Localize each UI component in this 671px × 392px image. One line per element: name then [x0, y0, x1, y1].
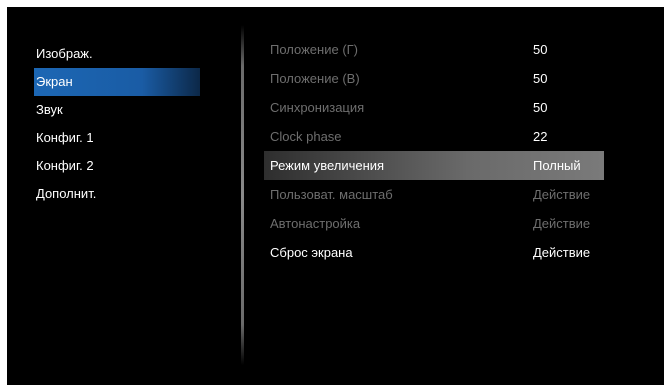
setting-h-position[interactable]: Положение (Г) 50 — [264, 35, 604, 64]
setting-value: 22 — [533, 129, 548, 144]
setting-value: 50 — [533, 100, 548, 115]
setting-auto-adjust[interactable]: Автонастройка Действие — [264, 209, 604, 238]
menu-item-config-1[interactable]: Конфиг. 1 — [34, 124, 200, 152]
setting-clock-phase[interactable]: Clock phase 22 — [264, 122, 604, 151]
menu-item-audio[interactable]: Звук — [34, 96, 200, 124]
setting-label: Сброс экрана — [270, 245, 353, 260]
setting-custom-zoom[interactable]: Пользоват. масштаб Действие — [264, 180, 604, 209]
menu-item-config-2[interactable]: Конфиг. 2 — [34, 152, 200, 180]
menu-divider — [241, 25, 244, 365]
setting-value: Действие — [533, 187, 591, 202]
setting-value: Действие — [533, 245, 591, 260]
setting-v-position[interactable]: Положение (В) 50 — [264, 64, 604, 93]
setting-value: Полный — [533, 158, 581, 173]
setting-zoom-mode[interactable]: Режим увеличения Полный — [264, 151, 604, 180]
setting-value: 50 — [533, 71, 548, 86]
setting-label: Clock phase — [270, 129, 342, 144]
main-menu: Изображ. Экран Звук Конфиг. 1 Конфиг. 2 … — [34, 40, 200, 208]
osd-screen: Изображ. Экран Звук Конфиг. 1 Конфиг. 2 … — [7, 7, 664, 385]
setting-label: Автонастройка — [270, 216, 361, 231]
setting-label: Пользоват. масштаб — [270, 187, 393, 202]
setting-label: Режим увеличения — [270, 158, 385, 173]
setting-label: Синхронизация — [270, 100, 365, 115]
setting-value: 50 — [533, 42, 548, 57]
setting-label: Положение (Г) — [270, 42, 359, 57]
setting-label: Положение (В) — [270, 71, 360, 86]
screen-settings-list: Положение (Г) 50 Положение (В) 50 Синхро… — [264, 35, 604, 267]
setting-screen-reset[interactable]: Сброс экрана Действие — [264, 238, 604, 267]
menu-item-advanced[interactable]: Дополнит. — [34, 180, 200, 208]
menu-item-picture[interactable]: Изображ. — [34, 40, 200, 68]
menu-item-screen[interactable]: Экран — [34, 68, 200, 96]
setting-value: Действие — [533, 216, 591, 231]
setting-clock[interactable]: Синхронизация 50 — [264, 93, 604, 122]
